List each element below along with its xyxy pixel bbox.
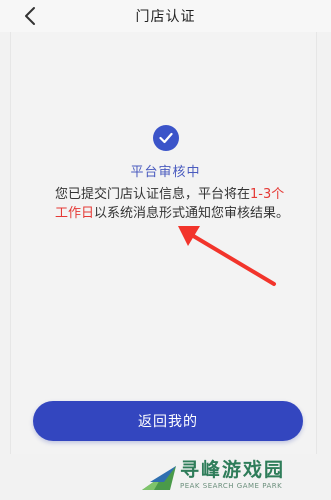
watermark-icon: [142, 466, 176, 490]
page-title: 门店认证: [135, 9, 196, 25]
back-to-mine-button[interactable]: 返回我的: [33, 401, 303, 441]
red-arrow-annotation: [178, 226, 276, 286]
watermark-logo: 寻峰游戏园 PEAK SEARCH GAME PARK: [138, 452, 328, 498]
review-status-message: 您已提交门店认证信息，平台将在1-3个工作日以系统消息形式通知您审核结果。: [55, 185, 291, 223]
top-nav-bar: 门店认证: [0, 0, 331, 32]
watermark-text: 寻峰游戏园: [180, 459, 286, 481]
message-text: 您已提交门店认证信息，平台将在: [55, 187, 251, 202]
watermark-subtext: PEAK SEARCH GAME PARK: [180, 482, 283, 490]
review-status-title: 平台审核中: [130, 165, 201, 180]
message-text-end: 以系统消息形式通知您审核结果。: [94, 206, 290, 221]
check-icon: [153, 125, 179, 151]
